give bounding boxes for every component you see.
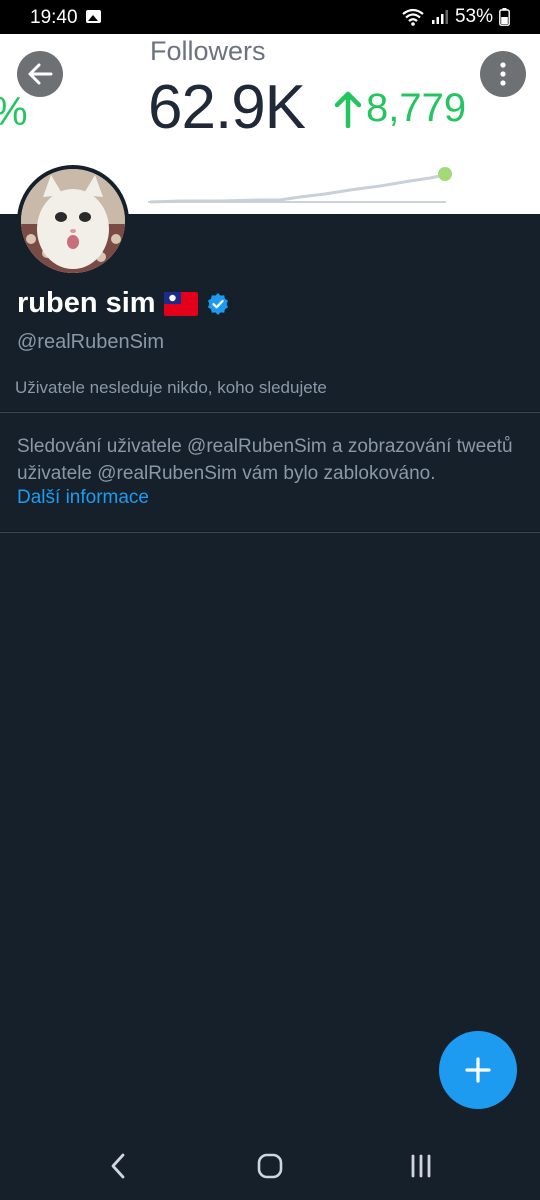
profile-handle: @realRubenSim: [17, 331, 165, 353]
learn-more-link[interactable]: Další informace: [17, 487, 149, 509]
battery-percent: 53%: [454, 6, 493, 27]
banner-delta: 8,779: [334, 86, 466, 131]
back-button[interactable]: [17, 51, 63, 97]
chevron-left-icon: [111, 1153, 125, 1179]
sparkline: [148, 167, 452, 204]
more-vertical-icon: [500, 62, 506, 86]
nav-back-button[interactable]: [98, 1148, 138, 1184]
banner-label: Followers: [150, 36, 266, 66]
profile-name-row: ruben sim: [17, 287, 230, 320]
gallery-notification-icon: [86, 10, 101, 23]
divider: [0, 412, 540, 413]
followed-by-note: Uživatele nesleduje nikdo, koho sledujet…: [15, 378, 327, 397]
avatar-image: [21, 169, 125, 273]
nav-recents-button[interactable]: [401, 1148, 441, 1184]
home-circle-icon: [257, 1153, 283, 1179]
banner-total: 62.9K: [148, 73, 306, 142]
avatar[interactable]: [17, 165, 129, 277]
blocked-message: Sledování uživatele @realRubenSim a zobr…: [17, 436, 513, 484]
recents-icon: [411, 1154, 431, 1178]
taiwan-flag-icon: [163, 291, 198, 316]
plus-icon: [465, 1057, 491, 1083]
banner-delta-value: 8,779: [366, 86, 467, 130]
profile-name: ruben sim: [17, 287, 156, 319]
more-options-button[interactable]: [480, 51, 526, 97]
nav-home-button[interactable]: [250, 1148, 290, 1184]
compose-button[interactable]: [439, 1031, 517, 1109]
wifi-icon: [402, 8, 424, 26]
status-bar: 19:40 53%: [0, 0, 540, 34]
verified-badge-icon: [207, 292, 228, 315]
arrow-left-icon: [28, 63, 53, 85]
status-indicators: 53%: [401, 6, 510, 28]
arrow-up-icon: [334, 91, 362, 128]
divider: [0, 532, 540, 533]
status-time: 19:40: [30, 7, 78, 28]
signal-icon: [431, 10, 448, 24]
battery-icon: [499, 8, 510, 26]
system-navigation-bar: [0, 1130, 540, 1200]
banner-fragment: %: [0, 90, 28, 135]
